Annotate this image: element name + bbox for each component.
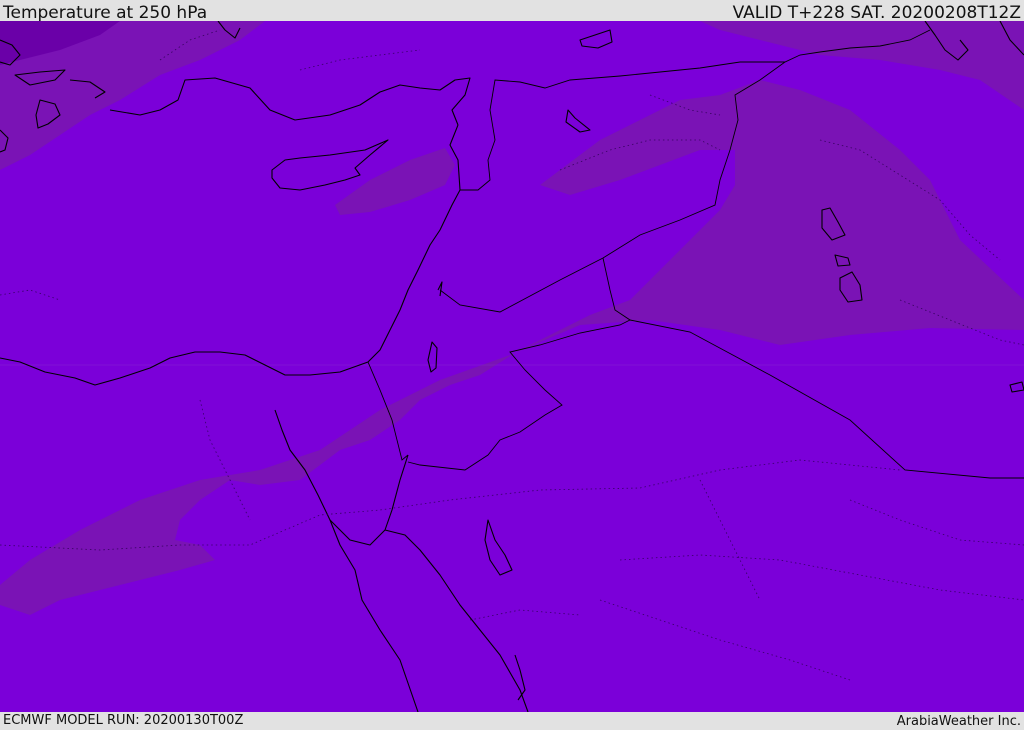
header-bar: Temperature at 250 hPa VALID T+228 SAT. … xyxy=(0,0,1024,23)
credit-label: ArabiaWeather Inc. xyxy=(896,714,1021,729)
model-run-label: ECMWF MODEL RUN: 20200130T00Z xyxy=(3,713,244,728)
footer-bar: ECMWF MODEL RUN: 20200130T00Z ArabiaWeat… xyxy=(0,712,1024,729)
weather-map xyxy=(0,21,1024,712)
